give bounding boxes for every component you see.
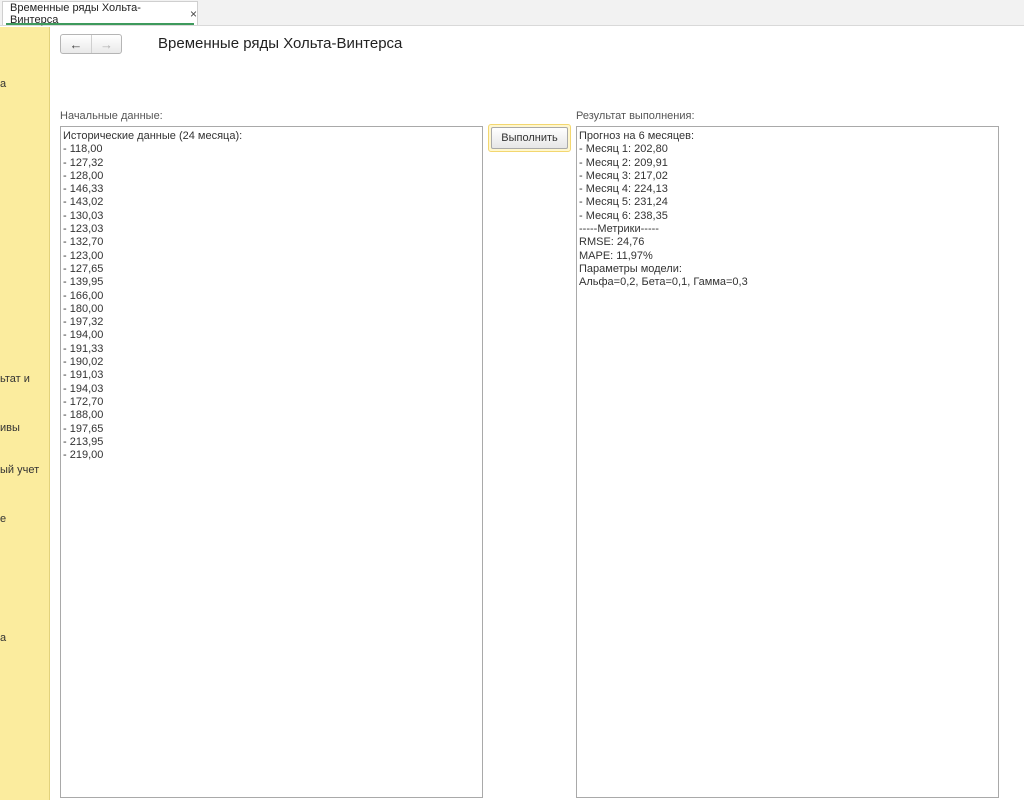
input-line: - 191,33 bbox=[63, 342, 104, 355]
input-line: - 188,00 bbox=[63, 409, 104, 422]
input-line: - 130,03 bbox=[63, 209, 104, 222]
tab-bar: Временные ряды Хольта-Винтерса × bbox=[0, 0, 1024, 26]
input-line: - 197,32 bbox=[63, 316, 104, 329]
result-line: - Месяц 4: 224,13 bbox=[579, 183, 668, 196]
result-line: - Месяц 6: 238,35 bbox=[579, 209, 668, 222]
input-line: - 139,95 bbox=[63, 276, 104, 289]
input-line: Исторические данные (24 месяца): bbox=[63, 130, 243, 142]
result-line: - Месяц 2: 209,91 bbox=[579, 156, 668, 169]
sidebar: а ьтат и ивы ый учет е а bbox=[0, 27, 50, 800]
result-textarea[interactable]: Прогноз на 6 месяцев: - Месяц 1: 202,80- … bbox=[576, 126, 999, 798]
input-line: - 190,02 bbox=[63, 356, 104, 369]
input-line: - 127,32 bbox=[63, 156, 104, 169]
result-line: - Месяц 3: 217,02 bbox=[579, 169, 668, 182]
back-arrow-icon[interactable]: ← bbox=[61, 35, 91, 53]
forward-arrow-icon[interactable]: → bbox=[91, 35, 121, 53]
result-line: Параметры модели: bbox=[579, 262, 682, 275]
result-line: - Месяц 1: 202,80 bbox=[579, 143, 668, 156]
input-line: - 123,00 bbox=[63, 249, 104, 262]
sidebar-item-5[interactable]: а bbox=[0, 632, 6, 644]
sidebar-item-0[interactable]: а bbox=[0, 78, 6, 90]
input-line: - 180,00 bbox=[63, 302, 104, 315]
input-line: - 191,03 bbox=[63, 369, 104, 382]
tab-holt-winters[interactable]: Временные ряды Хольта-Винтерса × bbox=[2, 1, 198, 26]
input-line: - 123,03 bbox=[63, 223, 104, 236]
result-line: RMSE: 24,76 bbox=[579, 236, 645, 249]
input-line: - 194,03 bbox=[63, 382, 104, 395]
input-line: - 127,65 bbox=[63, 262, 104, 275]
page-title: Временные ряды Хольта-Винтерса bbox=[158, 35, 403, 52]
input-line: - 118,00 bbox=[63, 143, 103, 156]
input-line: - 219,00 bbox=[63, 449, 104, 462]
input-line: - 213,95 bbox=[63, 435, 104, 448]
result-line: -----Метрики----- bbox=[579, 223, 659, 236]
sidebar-item-3[interactable]: ый учет bbox=[0, 464, 39, 476]
sidebar-item-4[interactable]: е bbox=[0, 513, 6, 525]
tab-active-indicator bbox=[6, 23, 194, 25]
input-line: - 128,00 bbox=[63, 169, 104, 182]
sidebar-item-2[interactable]: ивы bbox=[0, 422, 20, 434]
result-line: MAPE: 11,97% bbox=[579, 249, 653, 262]
input-line: - 197,65 bbox=[63, 422, 104, 435]
run-button[interactable]: Выполнить bbox=[491, 127, 568, 149]
tab-title: Временные ряды Хольта-Винтерса bbox=[10, 1, 141, 26]
input-line: - 132,70 bbox=[63, 236, 104, 249]
result-line: - Месяц 5: 231,24 bbox=[579, 196, 668, 209]
close-icon[interactable]: × bbox=[190, 7, 197, 21]
input-line: - 166,00 bbox=[63, 289, 104, 302]
result-line: Альфа=0,2, Бета=0,1, Гамма=0,3 bbox=[579, 276, 748, 289]
run-button-focus-frame: Выполнить bbox=[488, 124, 571, 152]
sidebar-item-1[interactable]: ьтат и bbox=[0, 373, 30, 385]
result-line: Прогноз на 6 месяцев: bbox=[579, 130, 695, 142]
input-line: - 143,02 bbox=[63, 196, 104, 209]
result-label: Результат выполнения: bbox=[576, 110, 695, 122]
input-label: Начальные данные: bbox=[60, 110, 163, 122]
input-line: - 172,70 bbox=[63, 395, 104, 408]
input-textarea[interactable]: Исторические данные (24 месяца): - 118,00… bbox=[60, 126, 483, 798]
input-line: - 146,33 bbox=[63, 183, 104, 196]
input-line: - 194,00 bbox=[63, 329, 104, 342]
navigation-buttons: ← → bbox=[60, 34, 122, 54]
